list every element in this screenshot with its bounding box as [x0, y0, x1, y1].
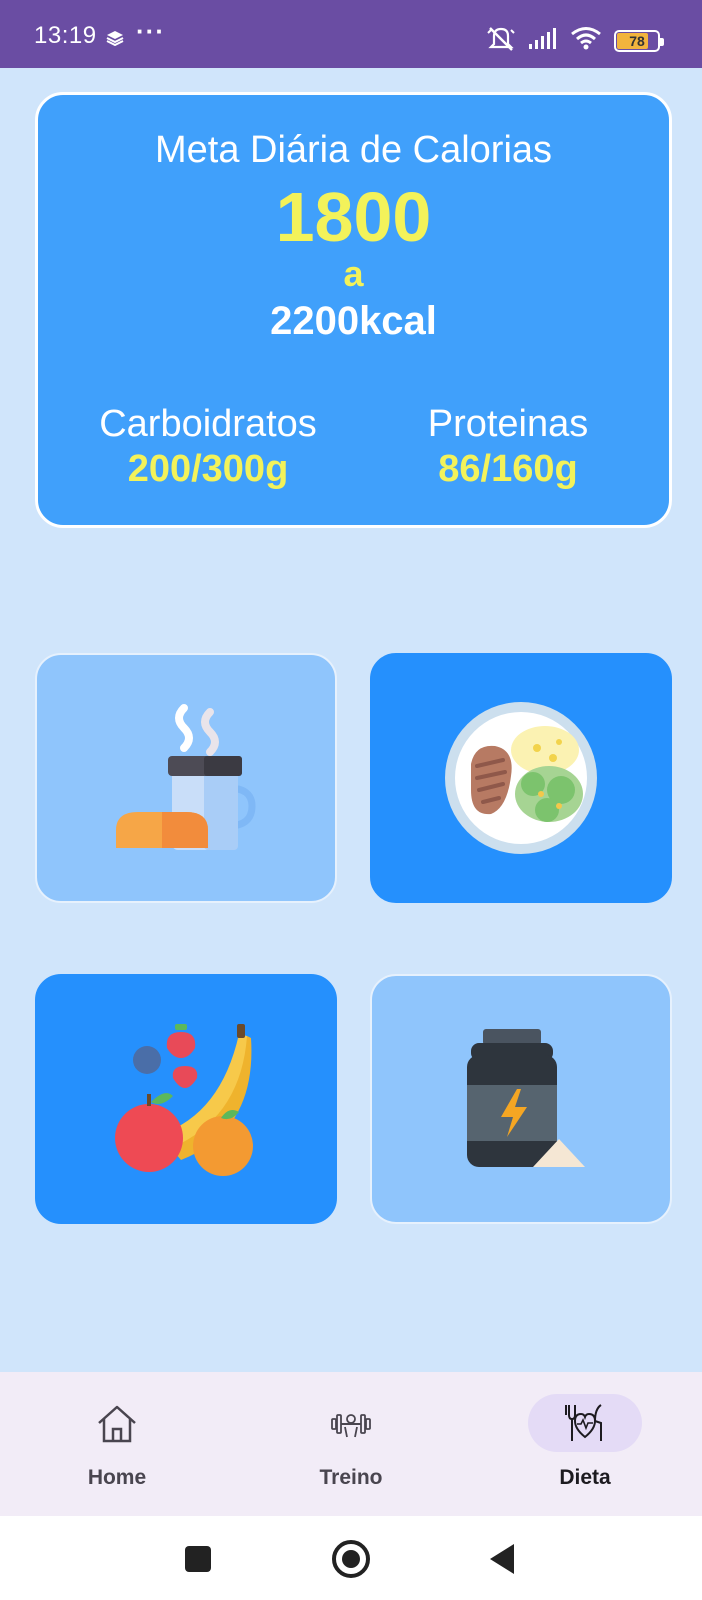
wifi-icon [570, 26, 602, 55]
breakfast-tile[interactable] [35, 653, 337, 903]
breakfast-coffee-bread-icon [116, 704, 256, 850]
calorie-min-value: 1800 [275, 178, 432, 256]
fruits-icon [115, 1024, 253, 1176]
supplement-jar-icon [467, 1029, 585, 1167]
lunch-plate-icon [445, 702, 597, 854]
battery-level: 78 [629, 32, 645, 49]
dumbbell-icon [331, 1414, 371, 1438]
status-time: 13:19 [34, 22, 97, 49]
protein-value: 86/160g [438, 448, 578, 490]
protein-summary: Proteinas 86/160g [358, 403, 658, 491]
battery-icon: 78 [614, 29, 664, 52]
nav-item-treino[interactable]: Treino [234, 1372, 468, 1516]
recents-button[interactable] [185, 1546, 211, 1572]
layers-icon [106, 30, 124, 51]
calorie-goal-title: Meta Diária de Calorias [154, 129, 553, 171]
nav-item-dieta[interactable]: Dieta [468, 1372, 702, 1516]
calorie-max-value: 2200kcal [270, 299, 437, 343]
carbs-summary: Carboidratos 200/300g [58, 403, 358, 491]
lunch-tile[interactable] [370, 653, 672, 903]
calorie-range-separator: a [343, 253, 364, 294]
status-bar: 13:19 ··· 78 [0, 0, 702, 68]
nav-item-home[interactable]: Home [0, 1372, 234, 1516]
calorie-goal-card: Meta Diária de Calorias 1800 a 2200kcal … [35, 92, 672, 528]
nav-label-home: Home [87, 1466, 147, 1489]
silent-icon [486, 24, 516, 57]
status-icons: 78 [486, 24, 664, 57]
supplements-tile[interactable] [370, 974, 672, 1224]
system-navigation-bar [0, 1516, 702, 1600]
diet-heart-icon [565, 1404, 602, 1441]
home-icon [98, 1405, 136, 1443]
home-button[interactable] [332, 1540, 370, 1578]
carbs-label: Carboidratos [99, 403, 317, 445]
nav-label-treino: Treino [319, 1466, 383, 1489]
protein-label: Proteinas [427, 403, 589, 445]
signal-icon [528, 26, 558, 55]
fruits-tile[interactable] [35, 974, 337, 1224]
carbs-value: 200/300g [127, 448, 289, 490]
more-notifications-icon: ··· [136, 16, 165, 46]
back-button[interactable] [490, 1544, 514, 1574]
bottom-navigation: Home Treino Dieta [0, 1372, 702, 1516]
nav-label-dieta: Dieta [559, 1466, 611, 1489]
